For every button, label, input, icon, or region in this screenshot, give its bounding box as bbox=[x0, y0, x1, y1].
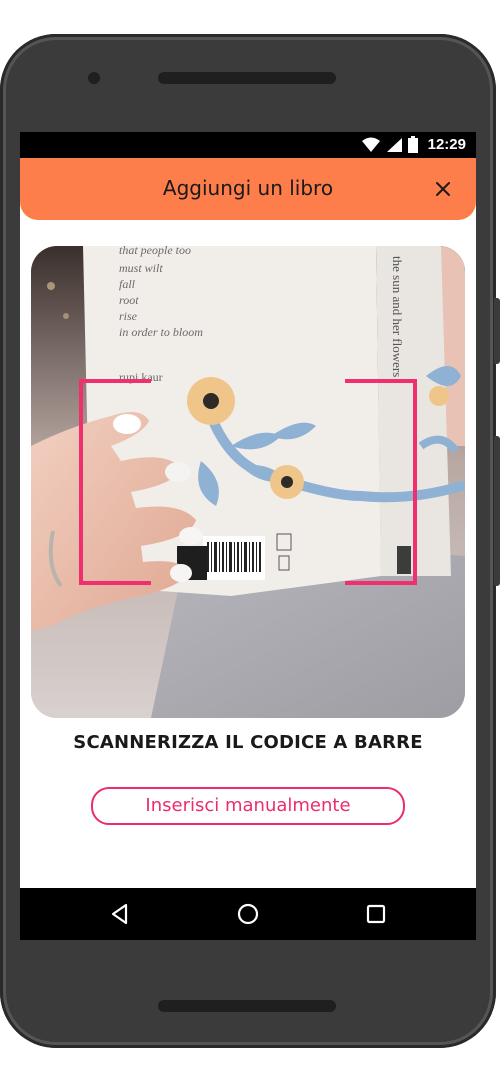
signal-icon bbox=[386, 137, 402, 152]
scan-instruction: SCANNERIZZA IL CODICE A BARRE bbox=[73, 732, 423, 753]
power-button bbox=[494, 436, 500, 586]
camera-preview: the sun and her flowers that people too … bbox=[31, 246, 465, 718]
poem-line: in order to bloom bbox=[119, 325, 203, 339]
close-icon[interactable] bbox=[432, 178, 454, 200]
navigation-bar bbox=[20, 888, 476, 940]
home-icon[interactable] bbox=[236, 902, 260, 926]
earpiece-speaker bbox=[158, 72, 336, 84]
app-header: Aggiungi un libro bbox=[20, 158, 476, 220]
poem-line: that people too bbox=[119, 246, 191, 257]
poem-line: root bbox=[119, 293, 139, 307]
camera-feed-image: the sun and her flowers that people too … bbox=[31, 246, 465, 718]
poem-line: rise bbox=[119, 309, 138, 323]
poem-line: must wilt bbox=[119, 261, 163, 275]
page-title: Aggiungi un libro bbox=[162, 176, 334, 200]
bottom-speaker bbox=[158, 1000, 336, 1012]
back-icon[interactable] bbox=[108, 902, 132, 926]
poem-line: fall bbox=[119, 277, 136, 291]
recents-icon[interactable] bbox=[364, 902, 388, 926]
front-camera bbox=[88, 72, 100, 84]
status-bar: 12:29 bbox=[20, 132, 476, 158]
spine-title: the sun and her flowers bbox=[390, 256, 405, 377]
volume-button bbox=[494, 298, 500, 364]
app-screen: 12:29 Aggiungi un libro the sun and her … bbox=[20, 132, 476, 940]
manual-entry-button[interactable]: Inserisci manualmente bbox=[91, 787, 405, 825]
wifi-icon bbox=[361, 137, 380, 152]
status-time: 12:29 bbox=[427, 136, 466, 153]
battery-icon bbox=[407, 136, 418, 153]
